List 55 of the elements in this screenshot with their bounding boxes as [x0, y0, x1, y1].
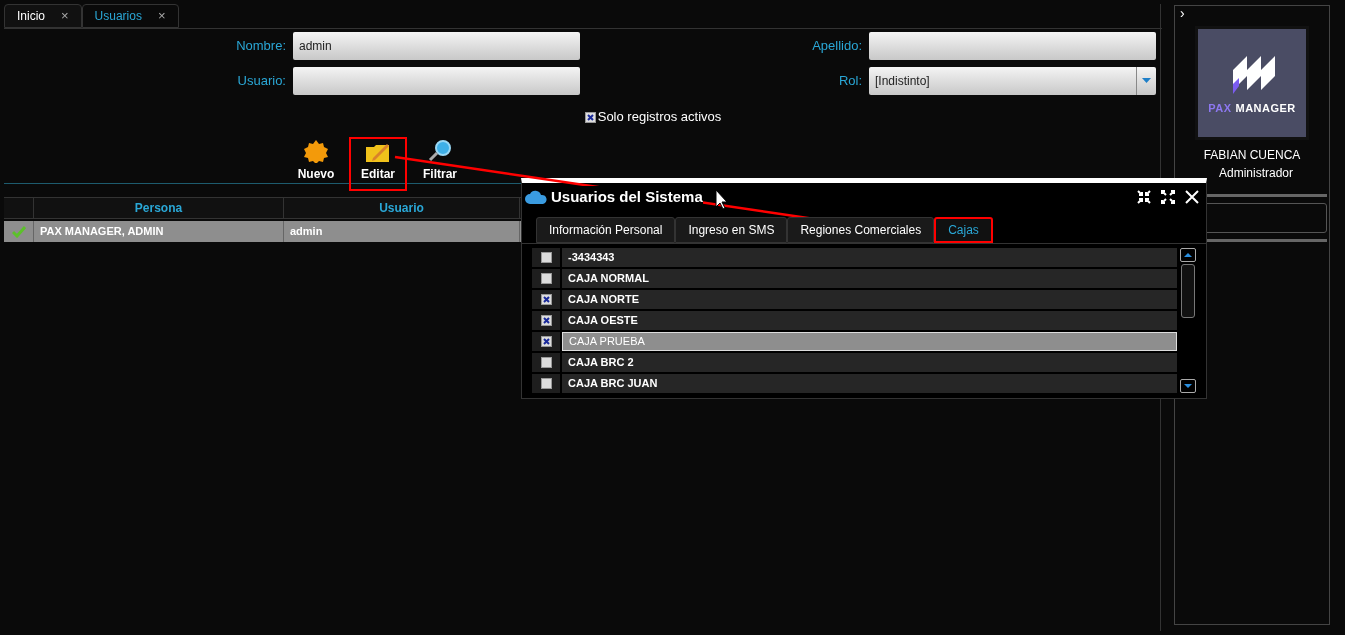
checkbox[interactable]: [540, 378, 552, 389]
list-item[interactable]: CAJA BRC 2: [562, 353, 1177, 372]
text-field[interactable]: admin: [293, 31, 580, 60]
mouse-pointer-icon: [715, 189, 728, 210]
field-label: Rol:: [837, 71, 862, 90]
dropdown-arrow-icon: [1142, 78, 1151, 83]
toolbar-button[interactable]: Nuevo: [287, 137, 345, 191]
user-name: FABIAN CUENCA: [1203, 147, 1301, 164]
list-item[interactable]: CAJA BRC JUAN: [562, 374, 1177, 393]
field-label: Apellido:: [811, 36, 862, 55]
tab[interactable]: Usuarios ×: [81, 4, 179, 28]
toolbar-button[interactable]: Filtrar: [411, 137, 469, 191]
checkbox[interactable]: [540, 252, 552, 263]
text-field[interactable]: [869, 31, 1156, 60]
field-label: Nombre:: [235, 36, 286, 55]
collapse-icon[interactable]: [1137, 190, 1151, 204]
list-item[interactable]: -3434343: [562, 248, 1177, 267]
expand-icon[interactable]: [1161, 190, 1175, 204]
logo-text: MANAGER: [1235, 100, 1296, 116]
close-icon[interactable]: ×: [157, 6, 166, 26]
folder-pencil-icon: [365, 141, 391, 163]
user-role: Administrador: [1219, 165, 1293, 182]
cloud-icon: [525, 190, 547, 204]
column-header[interactable]: Persona: [34, 198, 284, 218]
toolbar-button[interactable]: Editar: [349, 137, 407, 191]
checkbox[interactable]: [584, 111, 596, 123]
starburst-icon: [304, 139, 328, 163]
text-field[interactable]: [293, 66, 580, 95]
checkbox[interactable]: [540, 357, 552, 368]
checkbox[interactable]: [540, 315, 552, 326]
list-item[interactable]: CAJA NORMAL: [562, 269, 1177, 288]
search-icon: [428, 139, 452, 163]
close-icon[interactable]: ×: [61, 6, 69, 26]
checkbox[interactable]: [540, 336, 552, 347]
list-item[interactable]: CAJA OESTE: [562, 311, 1177, 330]
role-dropdown[interactable]: [Indistinto]: [869, 66, 1156, 95]
dialog-tab[interactable]: Regiones Comerciales: [787, 217, 935, 243]
checkbox-label: Solo registros activos: [597, 108, 722, 127]
tab[interactable]: Inicio ×: [4, 4, 82, 28]
checkbox[interactable]: [540, 294, 552, 305]
logo-text: PAX: [1208, 100, 1232, 116]
expand-toggle[interactable]: ›: [1180, 6, 1185, 20]
field-label: Usuario:: [236, 71, 286, 90]
scrollbar[interactable]: [1179, 248, 1196, 393]
dialog-tab[interactable]: Información Personal: [536, 217, 676, 243]
close-icon[interactable]: [1185, 190, 1199, 204]
list-item[interactable]: CAJA NORTE: [562, 290, 1177, 309]
table-cell: admin: [284, 221, 520, 242]
dialog-tab[interactable]: Ingreso en SMS: [675, 217, 788, 243]
checkbox[interactable]: [540, 273, 552, 284]
scroll-down-icon: [1183, 384, 1192, 388]
column-header[interactable]: Usuario: [284, 198, 520, 218]
table-cell: PAX MANAGER, ADMIN: [34, 221, 284, 242]
dialog-tab[interactable]: Cajas: [934, 217, 993, 243]
scroll-up-icon: [1183, 253, 1192, 257]
